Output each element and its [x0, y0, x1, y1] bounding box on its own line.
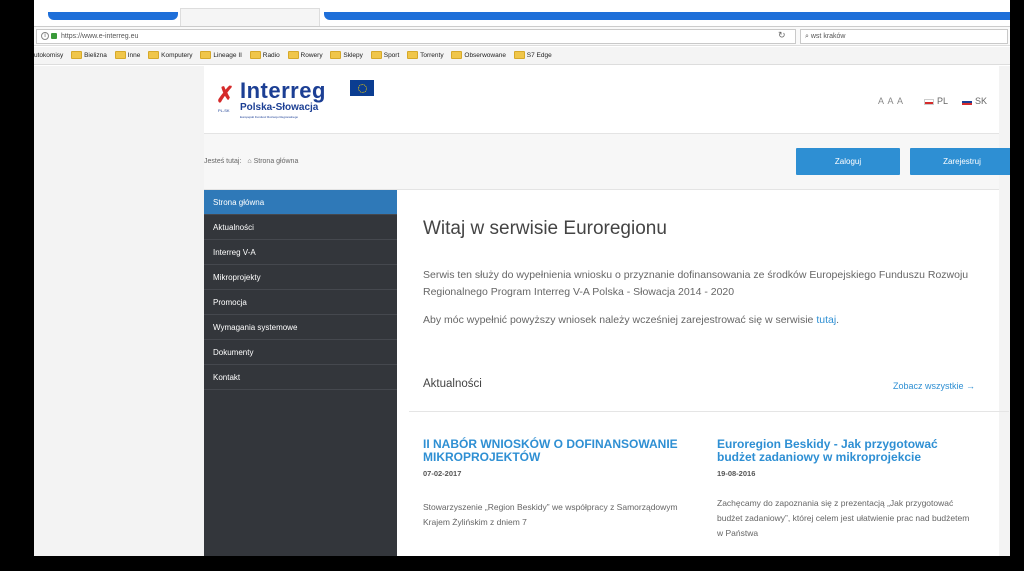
logo-subbrand: Polska-Słowacja: [240, 102, 319, 113]
news-date: 07-02-2017: [423, 469, 462, 478]
bookmark-item[interactable]: Inne: [114, 47, 140, 65]
navigation-bar: i https://www.e-interreg.eu ↻ ⌕ wst krakó…: [34, 26, 1010, 46]
bookmark-item[interactable]: Obserwowane: [451, 47, 506, 65]
site-header: ✗ PL-SK Interreg Polska-Słowacja Europej…: [204, 66, 999, 134]
search-input[interactable]: ⌕ wst kraków: [800, 29, 1008, 44]
register-note: Aby móc wypełnić powyższy wniosek należy…: [423, 314, 839, 326]
news-item: Euroregion Beskidy - Jak przygotować bud…: [717, 438, 977, 541]
folder-icon: [513, 51, 525, 60]
bookmark-item[interactable]: Radio: [249, 47, 280, 65]
folder-icon: [287, 51, 299, 60]
tab-strip: [34, 0, 1010, 26]
folder-icon: [71, 51, 83, 60]
bookmark-item[interactable]: Sport: [370, 47, 399, 65]
login-button[interactable]: Zaloguj: [796, 148, 900, 175]
sidebar-item-wymagania[interactable]: Wymagania systemowe: [204, 315, 397, 340]
register-note-end: .: [836, 314, 840, 326]
see-all-link[interactable]: Zobacz wszystkie →: [893, 381, 975, 391]
address-bar[interactable]: i https://www.e-interreg.eu: [36, 29, 796, 44]
sidebar-item-mikroprojekty[interactable]: Mikroprojekty: [204, 265, 397, 290]
register-note-text: Aby móc wypełnić powyższy wniosek należy…: [423, 314, 817, 326]
bookmark-item[interactable]: Sklepy: [330, 47, 363, 65]
page-title: Witaj w serwisie Euroregionu: [423, 218, 667, 239]
screenshot-frame: i https://www.e-interreg.eu ↻ ⌕ wst krakó…: [0, 0, 1024, 571]
interreg-mark-icon: ✗: [216, 82, 235, 107]
home-icon: ⌂: [247, 158, 252, 165]
bookmark-item[interactable]: Lineage II: [200, 47, 242, 65]
sk-flag-icon: [962, 98, 972, 105]
pl-flag-icon: [924, 98, 934, 105]
lang-pl-link[interactable]: PL: [924, 96, 948, 106]
breadcrumb-prefix: Jesteś tutaj:: [204, 158, 242, 165]
tab-inactive-right[interactable]: [324, 12, 1010, 20]
search-value: wst kraków: [810, 33, 846, 40]
site-container: ✗ PL-SK Interreg Polska-Słowacja Europej…: [204, 66, 1010, 556]
folder-icon: [451, 51, 463, 60]
info-icon[interactable]: i: [41, 32, 49, 41]
folder-icon: [249, 51, 261, 60]
main-content: Witaj w serwisie Euroregionu Serwis ten …: [397, 190, 1009, 556]
sidebar-item-dokumenty[interactable]: Dokumenty: [204, 340, 397, 365]
breadcrumb-bar: Jesteś tutaj: ⌂ Strona główna Zaloguj Zare…: [204, 134, 1010, 190]
news-heading: Aktualności: [423, 378, 482, 390]
news-date: 19-08-2016: [717, 469, 756, 478]
sidebar-item-promocja[interactable]: Promocja: [204, 290, 397, 315]
url-text: https://www.e-interreg.eu: [61, 33, 139, 40]
divider: [409, 411, 1009, 412]
logo-brand: Interreg: [240, 78, 326, 103]
bookmark-item[interactable]: utokomisy: [34, 47, 63, 65]
bookmark-item[interactable]: Rowery: [287, 47, 323, 65]
news-excerpt: Stowarzyszenie „Region Beskidy” we współ…: [423, 502, 678, 527]
logo-tagline: Europejski Fundusz Rozwoju Regionalnego: [240, 115, 299, 119]
intro-text: Serwis ten służy do wypełnienia wniosku …: [423, 269, 969, 298]
lock-icon: [51, 33, 57, 40]
folder-icon: [330, 51, 342, 60]
register-button[interactable]: Zarejestruj: [910, 148, 1010, 175]
font-size-switcher[interactable]: A A A: [878, 96, 904, 106]
bookmarks-bar: utokomisy Bielizna Inne Komputery Lineag…: [34, 47, 1010, 65]
tab-inactive-left[interactable]: [48, 12, 178, 20]
bookmark-item[interactable]: Komputery: [148, 47, 193, 65]
folder-icon: [407, 51, 419, 60]
bookmark-item[interactable]: Bielizna: [71, 47, 107, 65]
reload-icon[interactable]: ↻: [778, 30, 786, 41]
folder-icon: [148, 51, 160, 60]
sidebar-item-strona-glowna[interactable]: Strona główna: [204, 190, 397, 215]
page-viewport: ✗ PL-SK Interreg Polska-Słowacja Europej…: [34, 66, 1010, 556]
eu-flag-icon: [350, 80, 374, 96]
bookmark-item[interactable]: S7 Edge: [513, 47, 552, 65]
lang-sk-link[interactable]: SK: [962, 96, 987, 106]
bookmark-item[interactable]: Torrenty: [407, 47, 444, 65]
news-title[interactable]: II NABÓR WNIOSKÓW O DOFINANSOWANIE MIKRO…: [423, 438, 683, 464]
news-excerpt: Zachęcamy do zapoznania się z prezentacj…: [717, 498, 970, 538]
folder-icon: [200, 51, 212, 60]
breadcrumb-current[interactable]: Strona główna: [254, 158, 299, 165]
sidebar-item-interreg-va[interactable]: Interreg V-A: [204, 240, 397, 265]
tab-active[interactable]: [180, 8, 320, 26]
folder-icon: [370, 51, 382, 60]
register-link[interactable]: tutaj: [816, 314, 836, 326]
sidebar-menu: Strona główna Aktualności Interreg V-A M…: [204, 190, 397, 556]
news-title[interactable]: Euroregion Beskidy - Jak przygotować bud…: [717, 438, 977, 464]
breadcrumb: Jesteś tutaj: ⌂ Strona główna: [204, 158, 298, 165]
interreg-logo[interactable]: ✗ PL-SK Interreg Polska-Słowacja Europej…: [216, 78, 376, 124]
news-item: II NABÓR WNIOSKÓW O DOFINANSOWANIE MIKRO…: [423, 438, 683, 530]
logo-pl-sk: PL-SK: [218, 108, 230, 113]
browser-window: i https://www.e-interreg.eu ↻ ⌕ wst krakó…: [34, 0, 1010, 556]
folder-icon: [114, 51, 126, 60]
sidebar-item-aktualnosci[interactable]: Aktualności: [204, 215, 397, 240]
sidebar-item-kontakt[interactable]: Kontakt: [204, 365, 397, 390]
